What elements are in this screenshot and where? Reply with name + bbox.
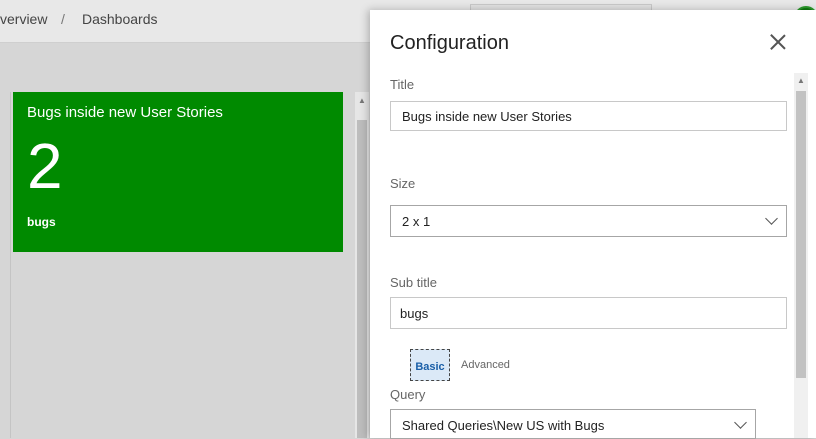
scroll-up-icon[interactable]: ▲ bbox=[358, 96, 366, 105]
query-label: Query bbox=[390, 387, 426, 402]
query-select-value: Shared Queries\New US with Bugs bbox=[402, 418, 605, 433]
panel-scrollbar[interactable]: ▲ bbox=[794, 73, 808, 438]
tile-count: 2 bbox=[27, 130, 63, 202]
scrollbar-thumb[interactable] bbox=[357, 120, 367, 438]
query-tile[interactable]: Bugs inside new User Stories 2 bugs bbox=[13, 92, 343, 252]
tile-subtitle: bugs bbox=[27, 215, 56, 229]
configuration-panel: Configuration Title Bugs inside new User… bbox=[370, 10, 816, 439]
tile-title: Bugs inside new User Stories bbox=[27, 104, 223, 121]
close-icon[interactable] bbox=[766, 30, 790, 54]
subtitle-field-value: bugs bbox=[400, 306, 429, 321]
query-select[interactable]: Shared Queries\New US with Bugs bbox=[390, 409, 756, 439]
title-field[interactable]: Bugs inside new User Stories bbox=[390, 101, 787, 131]
breadcrumb-overview[interactable]: verview bbox=[0, 11, 47, 27]
dashboard-edge bbox=[0, 92, 11, 438]
panel-title: Configuration bbox=[390, 32, 509, 54]
breadcrumb-dashboards[interactable]: Dashboards bbox=[82, 11, 158, 27]
breadcrumb-separator: / bbox=[61, 11, 65, 27]
tab-basic[interactable]: Basic bbox=[410, 349, 450, 381]
chevron-down-icon bbox=[734, 416, 747, 429]
title-field-value: Bugs inside new User Stories bbox=[402, 109, 572, 124]
scrollbar-thumb[interactable] bbox=[796, 91, 806, 378]
size-label: Size bbox=[390, 176, 416, 191]
size-select-value: 2 x 1 bbox=[402, 214, 431, 229]
size-select[interactable]: 2 x 1 bbox=[390, 205, 787, 237]
dashboard-scrollbar[interactable]: ▲ bbox=[355, 92, 369, 438]
title-label: Title bbox=[390, 77, 415, 92]
subtitle-field[interactable]: bugs bbox=[390, 297, 787, 329]
scroll-up-icon[interactable]: ▲ bbox=[797, 76, 805, 85]
tab-advanced[interactable]: Advanced bbox=[461, 359, 510, 371]
chevron-down-icon bbox=[765, 212, 778, 225]
subtitle-label: Sub title bbox=[390, 275, 437, 290]
